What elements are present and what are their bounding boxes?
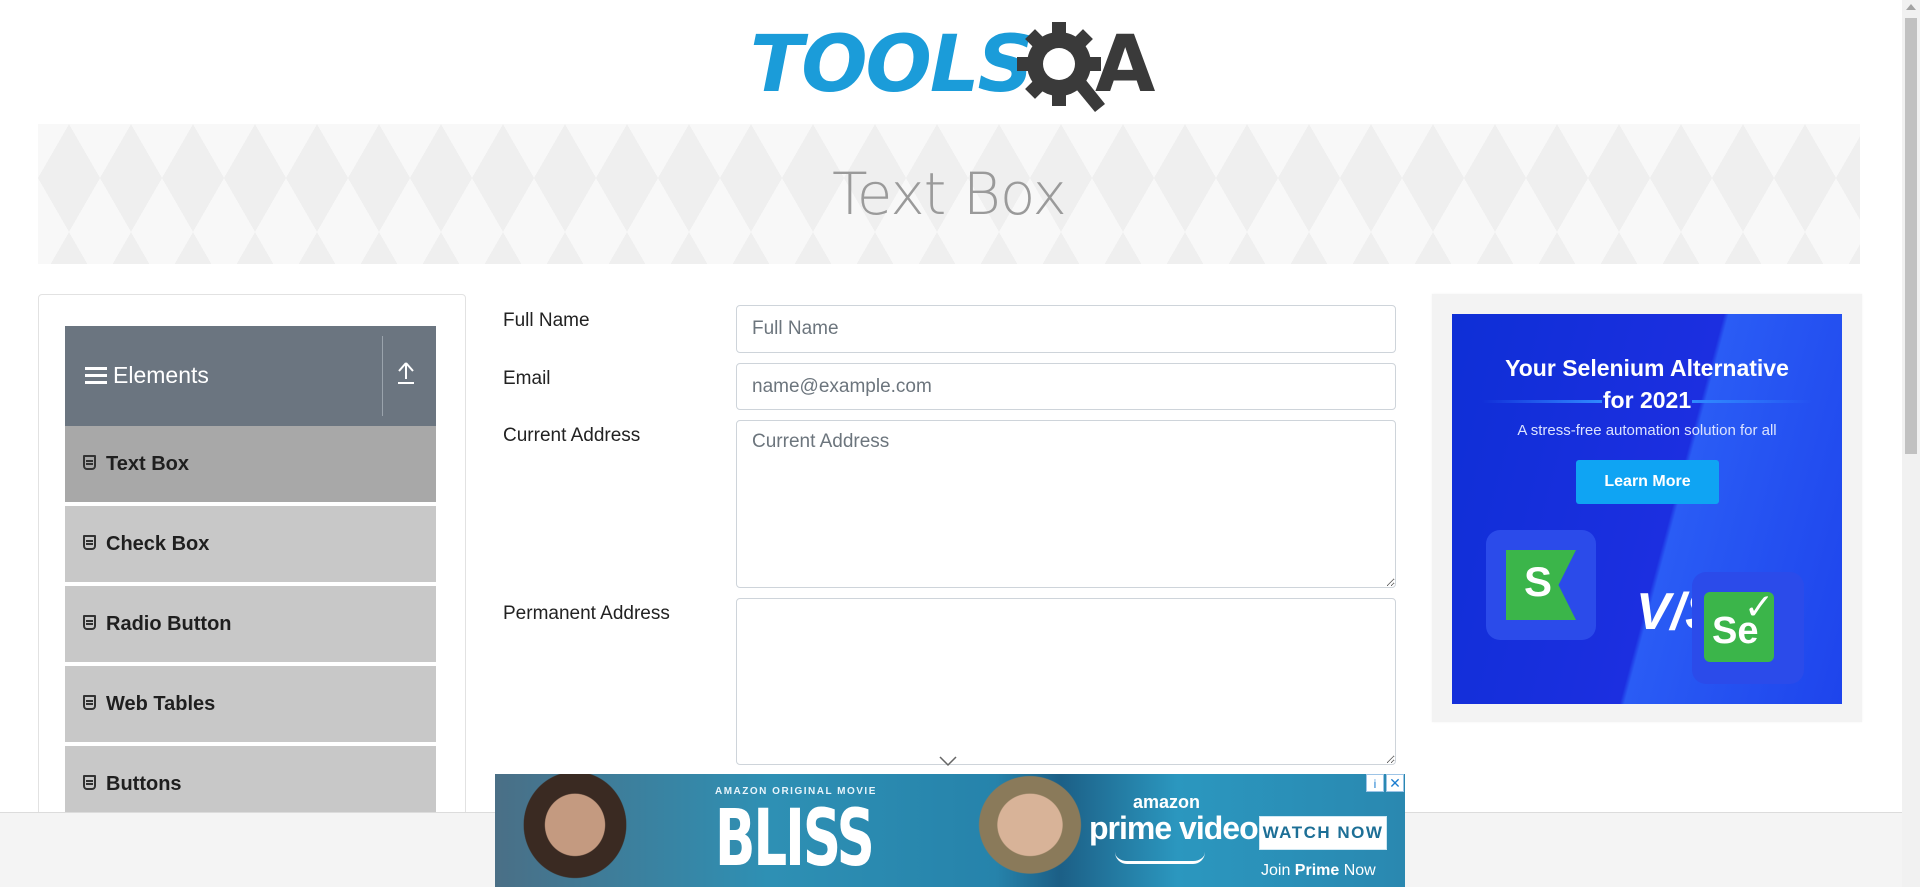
- left-panel: Elements Text Box Check Box Radio Button…: [38, 294, 466, 887]
- selenium-logo-icon: ✓ Se: [1692, 572, 1804, 684]
- html5-icon: [83, 454, 96, 470]
- ad-prime-video-text: prime video: [1089, 810, 1259, 846]
- ad-decor-line-left: [1482, 400, 1602, 403]
- full-name-input[interactable]: [736, 305, 1396, 353]
- scrollbar-thumb[interactable]: [1905, 18, 1917, 454]
- page-banner: Text Box: [38, 124, 1860, 264]
- toolsqa-logo[interactable]: TOOLS A: [750, 18, 1155, 113]
- current-address-textarea[interactable]: [736, 420, 1396, 588]
- collapse-up-icon[interactable]: [395, 360, 417, 390]
- page-title: Text Box: [832, 160, 1067, 228]
- chevron-down-icon[interactable]: [938, 754, 958, 770]
- html5-icon: [83, 534, 96, 550]
- join-suffix: Now: [1339, 862, 1376, 879]
- permanent-address-textarea[interactable]: [736, 598, 1396, 765]
- ad-decor-line-right: [1692, 400, 1812, 403]
- selenium-logo-text: Se: [1712, 610, 1759, 652]
- sidebar-item-label: Text Box: [106, 452, 189, 475]
- ad-movie-title: BLISS: [715, 794, 875, 884]
- sidebar-item-label: Web Tables: [106, 692, 216, 715]
- full-name-label: Full Name: [503, 310, 590, 331]
- group-title: Elements: [85, 362, 209, 389]
- sidebar-item-text-box[interactable]: Text Box: [65, 426, 436, 504]
- logo-tools-text: TOOLS: [750, 20, 1034, 110]
- katalon-logo-letter: S: [1524, 558, 1553, 605]
- sidebar-item-check-box[interactable]: Check Box: [65, 506, 436, 584]
- ad-close-icon[interactable]: ✕: [1386, 774, 1404, 792]
- join-bold: Prime: [1294, 862, 1340, 879]
- watch-now-button[interactable]: WATCH NOW: [1259, 816, 1387, 850]
- ad-actor-image-left: [515, 774, 635, 887]
- sidebar-item-label: Radio Button: [106, 612, 232, 635]
- ad-headline-line1: Your Selenium Alternative: [1505, 355, 1789, 381]
- html5-icon: [83, 774, 96, 790]
- page: TOOLS A Text Box Elements Text Box Check…: [0, 0, 1920, 887]
- logo-a-text: A: [1095, 20, 1156, 110]
- sidebar-item-web-tables[interactable]: Web Tables: [65, 666, 436, 744]
- hamburger-icon: [85, 363, 107, 388]
- current-address-label: Current Address: [503, 425, 641, 446]
- ad-subtext: A stress-free automation solution for al…: [1517, 422, 1777, 439]
- scrollbar[interactable]: [1902, 0, 1920, 887]
- permanent-address-label: Permanent Address: [503, 603, 670, 624]
- html5-icon: [83, 694, 96, 710]
- sidebar-item-label: Check Box: [106, 532, 210, 555]
- learn-more-button[interactable]: Learn More: [1576, 460, 1719, 504]
- html5-icon: [83, 614, 96, 630]
- gear-q-icon: [1017, 22, 1105, 112]
- ad-info-icon[interactable]: i: [1366, 774, 1384, 792]
- email-label: Email: [503, 368, 551, 389]
- ad-actor-image-right: [965, 774, 1095, 887]
- sidebar-item-label: Buttons: [106, 772, 182, 795]
- ad-headline: Your Selenium Alternative for 2021: [1452, 352, 1842, 416]
- katalon-logo-icon: S: [1486, 530, 1596, 640]
- scroll-up-arrow-icon[interactable]: [1906, 4, 1916, 10]
- amazon-smile-icon: [1115, 852, 1205, 864]
- email-input[interactable]: [736, 363, 1396, 410]
- ad-join-prime-text: Join Prime Now: [1261, 862, 1376, 880]
- join-prefix: Join: [1261, 862, 1295, 879]
- sidebar-item-radio-button[interactable]: Radio Button: [65, 586, 436, 664]
- bottom-ad-banner[interactable]: AMAZON ORIGINAL MOVIE BLISS amazon prime…: [495, 774, 1405, 887]
- group-divider: [382, 336, 383, 416]
- right-ad-banner[interactable]: Your Selenium Alternative for 2021 A str…: [1452, 314, 1842, 704]
- elements-group-header[interactable]: Elements: [65, 326, 436, 426]
- group-title-label: Elements: [113, 362, 209, 388]
